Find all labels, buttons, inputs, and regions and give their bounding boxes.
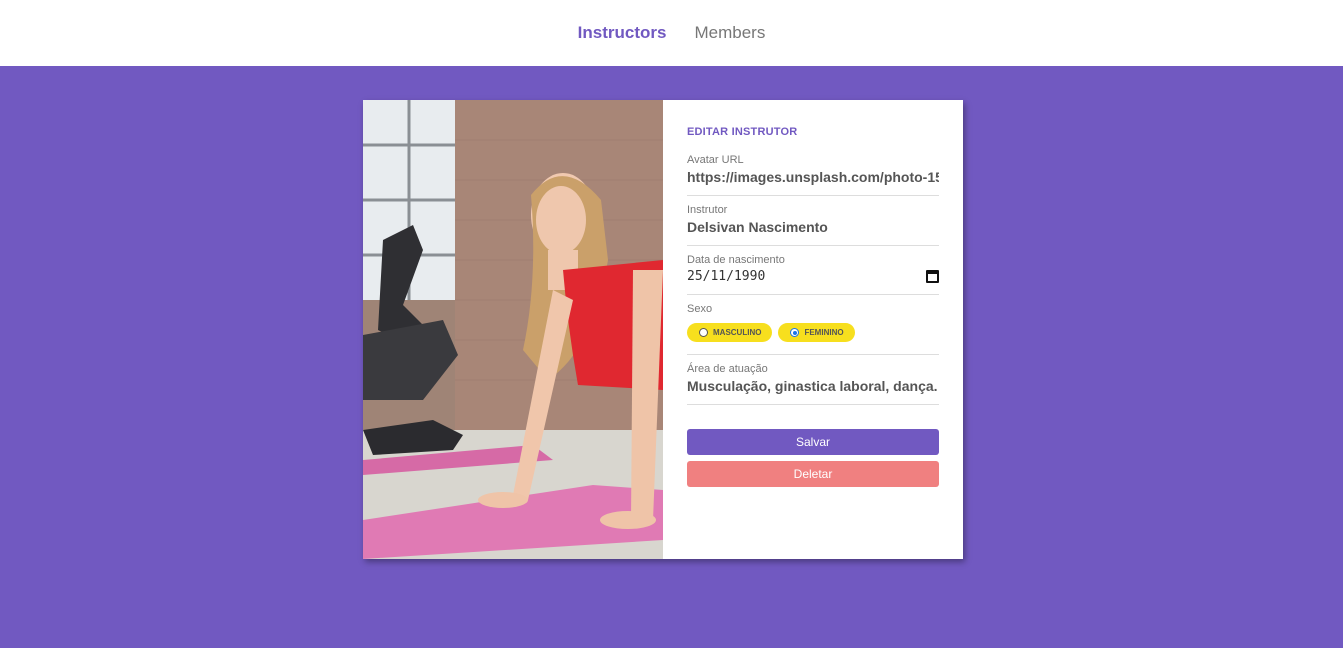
birth-date-value: 25/11/1990 [687,269,766,284]
avatar-url-field[interactable]: Avatar URL https://images.unsplash.com/p… [687,146,939,196]
avatar-url-label: Avatar URL [687,154,744,166]
calendar-icon[interactable] [926,270,939,283]
save-button[interactable]: Salvar [687,429,939,455]
top-nav: Instructors Members [0,0,1343,66]
avatar-url-input[interactable]: https://images.unsplash.com/photo-151861… [687,169,939,185]
instructor-name-label: Instrutor [687,204,728,216]
gender-field: Sexo Masculino Feminino [687,295,939,355]
instructor-form: Editar Instrutor Avatar URL https://imag… [663,100,963,559]
gender-option-label: Feminino [804,328,844,337]
gender-option-feminino[interactable]: Feminino [778,323,855,342]
services-label: Área de atuação [687,363,768,375]
delete-button[interactable]: Deletar [687,461,939,487]
instructor-name-field[interactable]: Instrutor Delsivan Nascimento [687,196,939,246]
gender-label: Sexo [687,303,713,315]
instructor-avatar-image [363,100,663,559]
birth-date-label: Data de nascimento [687,254,785,266]
nav-instructors-link[interactable]: Instructors [578,23,667,43]
services-field[interactable]: Área de atuação Musculação, ginastica la… [687,355,939,405]
gender-option-masculino[interactable]: Masculino [687,323,773,342]
form-title: Editar Instrutor [687,126,798,138]
gender-option-label: Masculino [713,328,762,337]
radio-unchecked-icon[interactable] [699,328,708,337]
nav-members-link[interactable]: Members [694,23,765,43]
instructor-name-input[interactable]: Delsivan Nascimento [687,219,939,235]
birth-date-field[interactable]: Data de nascimento 25/11/1990 [687,246,939,295]
radio-checked-icon[interactable] [790,328,800,337]
services-input[interactable]: Musculação, ginastica laboral, dança. [687,378,939,394]
birth-date-input[interactable]: 25/11/1990 [687,269,939,284]
instructor-card: Editar Instrutor Avatar URL https://imag… [363,100,963,559]
form-actions: Salvar Deletar [687,429,939,487]
gender-radio-group: Masculino Feminino [687,323,939,342]
